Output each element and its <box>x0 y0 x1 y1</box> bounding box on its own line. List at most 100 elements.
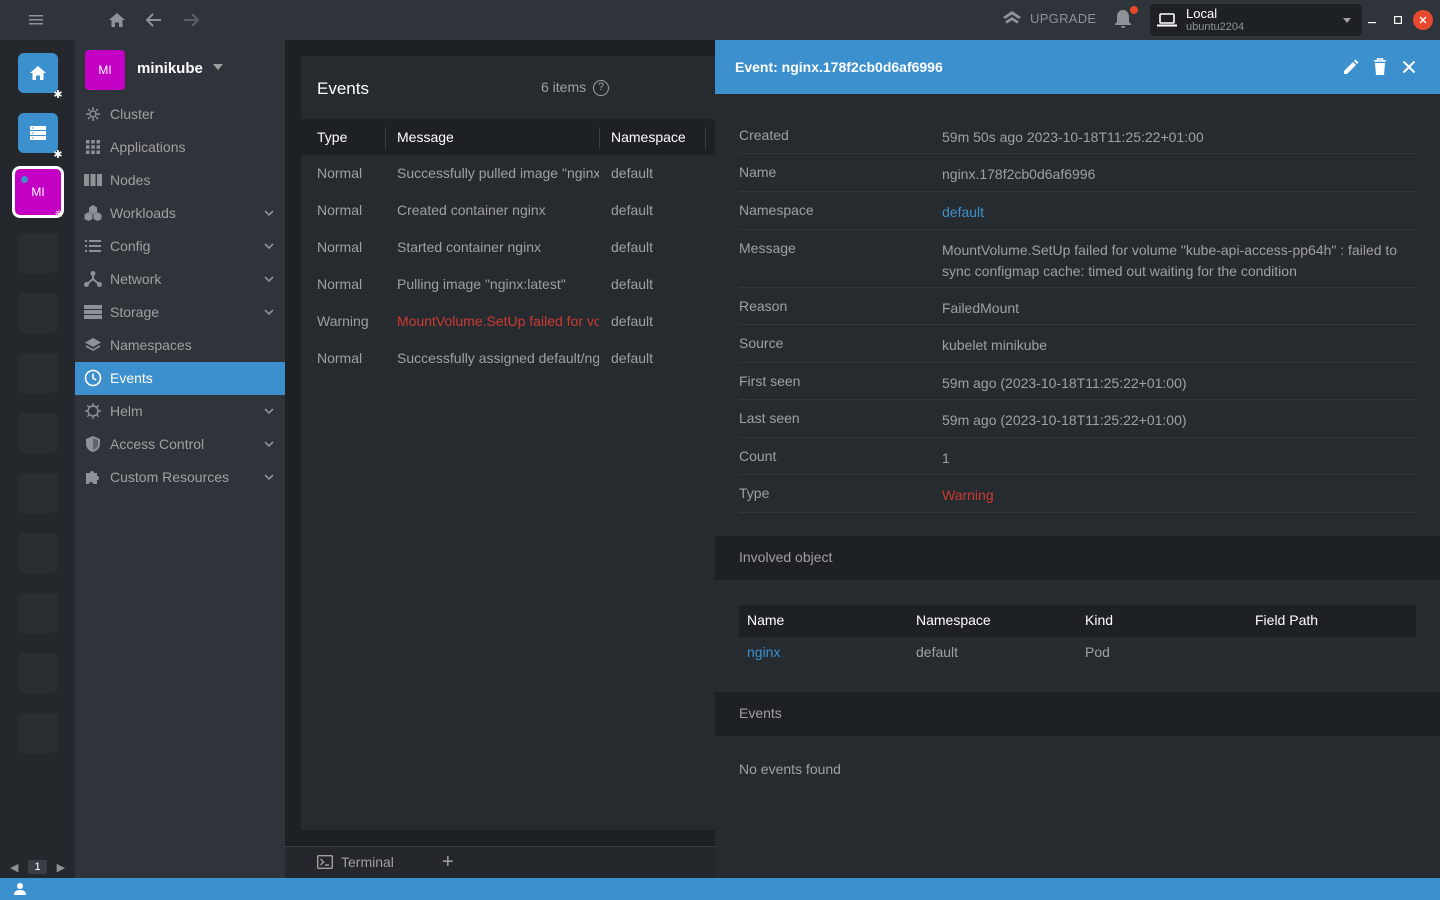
sidebar: MI minikube Cluster Applications Nodes W… <box>75 40 285 878</box>
workloads-icon <box>84 204 102 222</box>
list-icon <box>30 126 46 140</box>
sidebar-item-config[interactable]: Config <box>75 230 285 263</box>
forward-arrow-icon[interactable] <box>179 8 203 32</box>
sidebar-item-access-control[interactable]: Access Control <box>75 428 285 461</box>
sidebar-item-applications[interactable]: Applications <box>75 131 285 164</box>
hotbar-empty-slot[interactable] <box>18 473 58 513</box>
cell-message: Pulling image "nginx:latest" <box>397 276 566 292</box>
close-drawer-button[interactable] <box>1399 57 1419 77</box>
cluster-selector[interactable]: Local ubuntu2204 <box>1150 4 1362 36</box>
edit-button[interactable] <box>1341 57 1361 77</box>
events-table-header: Type Message Namespace <box>301 119 715 155</box>
hotbar-empty-slot[interactable] <box>18 413 58 453</box>
sidebar-item-label: Network <box>110 271 162 287</box>
chevron-down-icon <box>264 276 274 283</box>
column-header-message[interactable]: Message <box>397 129 454 145</box>
cluster-name[interactable]: minikube <box>137 60 203 77</box>
table-row[interactable]: Normal Pulling image "nginx:latest" defa… <box>301 266 715 303</box>
help-icon[interactable]: ? <box>593 80 609 96</box>
hotbar-empty-slot[interactable] <box>18 653 58 693</box>
home-icon[interactable] <box>105 8 129 32</box>
sidebar-item-cluster[interactable]: Cluster <box>75 98 285 131</box>
section-title: Involved object <box>739 549 833 565</box>
cluster-selector-subtitle: ubuntu2204 <box>1186 21 1245 33</box>
hotbar-empty-slot[interactable] <box>18 353 58 393</box>
hotbar-empty-slot[interactable] <box>18 233 58 273</box>
close-icon <box>1402 60 1416 74</box>
notification-badge <box>1130 6 1138 14</box>
column-header-kind: Kind <box>1085 612 1114 628</box>
cell-message: Created container nginx <box>397 202 546 218</box>
hotbar-empty-slot[interactable] <box>18 293 58 333</box>
namespace-link[interactable]: default <box>942 202 1418 223</box>
hotbar-catalog-button[interactable] <box>18 113 58 153</box>
upgrade-icon <box>1003 11 1021 24</box>
cell-namespace: default <box>916 644 959 660</box>
table-row[interactable]: Warning MountVolume.SetUp failed for vol… <box>301 303 715 340</box>
sidebar-item-network[interactable]: Network <box>75 263 285 296</box>
column-header-name: Name <box>747 612 785 628</box>
table-row[interactable]: Normal Successfully pulled image "nginx:… <box>301 155 715 192</box>
pager-prev-icon[interactable]: ◀ <box>10 861 18 874</box>
column-header-type[interactable]: Type <box>317 129 347 145</box>
chevron-down-icon <box>264 210 274 217</box>
cell-namespace: default <box>611 313 654 329</box>
cell-type: Normal <box>317 202 363 218</box>
close-window-button[interactable] <box>1413 10 1433 30</box>
detail-key: Created <box>739 127 789 143</box>
hotbar-empty-slot[interactable] <box>18 713 58 753</box>
sidebar-item-helm[interactable]: Helm <box>75 395 285 428</box>
terminal-tab[interactable]: Terminal <box>317 854 394 870</box>
cluster-avatar[interactable]: MI <box>85 50 125 90</box>
column-divider[interactable] <box>599 127 600 149</box>
sidebar-item-storage[interactable]: Storage <box>75 296 285 329</box>
table-row[interactable]: Normal Created container nginx default <box>301 192 715 229</box>
user-icon[interactable] <box>13 882 27 896</box>
table-row[interactable]: Normal Successfully assigned default/ngi… <box>301 340 715 377</box>
network-icon <box>84 270 102 288</box>
cell-kind: Pod <box>1085 644 1110 660</box>
maximize-button[interactable] <box>1388 10 1408 30</box>
table-row: nginx default Pod <box>739 637 1416 669</box>
home-icon <box>30 66 46 80</box>
sidebar-item-workloads[interactable]: Workloads <box>75 197 285 230</box>
sidebar-item-custom-resources[interactable]: Custom Resources <box>75 461 285 494</box>
involved-object-table-header: Name Namespace Kind Field Path <box>739 605 1416 637</box>
add-tab-button[interactable]: + <box>442 852 454 872</box>
chevron-down-icon <box>264 309 274 316</box>
detail-key: Reason <box>739 298 788 314</box>
menu-icon[interactable] <box>24 8 48 32</box>
hotbar: ✱ ✱ MI ⎈ ◀ 1 ▶ <box>0 40 75 878</box>
upgrade-button[interactable]: UPGRADE <box>1002 10 1096 26</box>
pager-number: 1 <box>28 860 47 874</box>
cell-type: Normal <box>317 165 363 181</box>
pager-next-icon[interactable]: ▶ <box>57 861 65 874</box>
sidebar-item-namespaces[interactable]: Namespaces <box>75 329 285 362</box>
gear-icon: ✱ <box>53 89 63 101</box>
detail-value: FailedMount <box>942 300 1020 316</box>
hotbar-empty-slot[interactable] <box>18 593 58 633</box>
hotbar-empty-slot[interactable] <box>18 533 58 573</box>
sidebar-item-events[interactable]: Events <box>75 362 285 395</box>
layers-icon <box>84 336 102 354</box>
hotbar-home-button[interactable] <box>18 53 58 93</box>
column-divider[interactable] <box>385 127 386 149</box>
detail-key: Count <box>739 448 777 464</box>
involved-object-name-link[interactable]: nginx <box>747 644 780 660</box>
delete-button[interactable] <box>1370 57 1390 77</box>
table-row[interactable]: Normal Started container nginx default <box>301 229 715 266</box>
event-details-drawer: Event: nginx.178f2cb0d6af6996 Created 59… <box>715 40 1440 878</box>
cluster-menu-caret-icon[interactable] <box>213 64 223 70</box>
sidebar-item-nodes[interactable]: Nodes <box>75 164 285 197</box>
column-header-namespace[interactable]: Namespace <box>611 129 686 145</box>
sidebar-item-label: Applications <box>110 139 186 155</box>
column-header-field-path: Field Path <box>1255 612 1319 628</box>
terminal-icon <box>317 855 333 869</box>
minimize-button[interactable] <box>1362 10 1382 30</box>
cell-message: Successfully assigned default/nginx <box>397 350 599 366</box>
detail-key: Message <box>739 240 796 256</box>
column-divider[interactable] <box>705 127 706 149</box>
cell-message: Successfully pulled image "nginx:latest" <box>397 165 599 181</box>
back-arrow-icon[interactable] <box>142 8 166 32</box>
chevron-down-icon <box>264 243 274 250</box>
